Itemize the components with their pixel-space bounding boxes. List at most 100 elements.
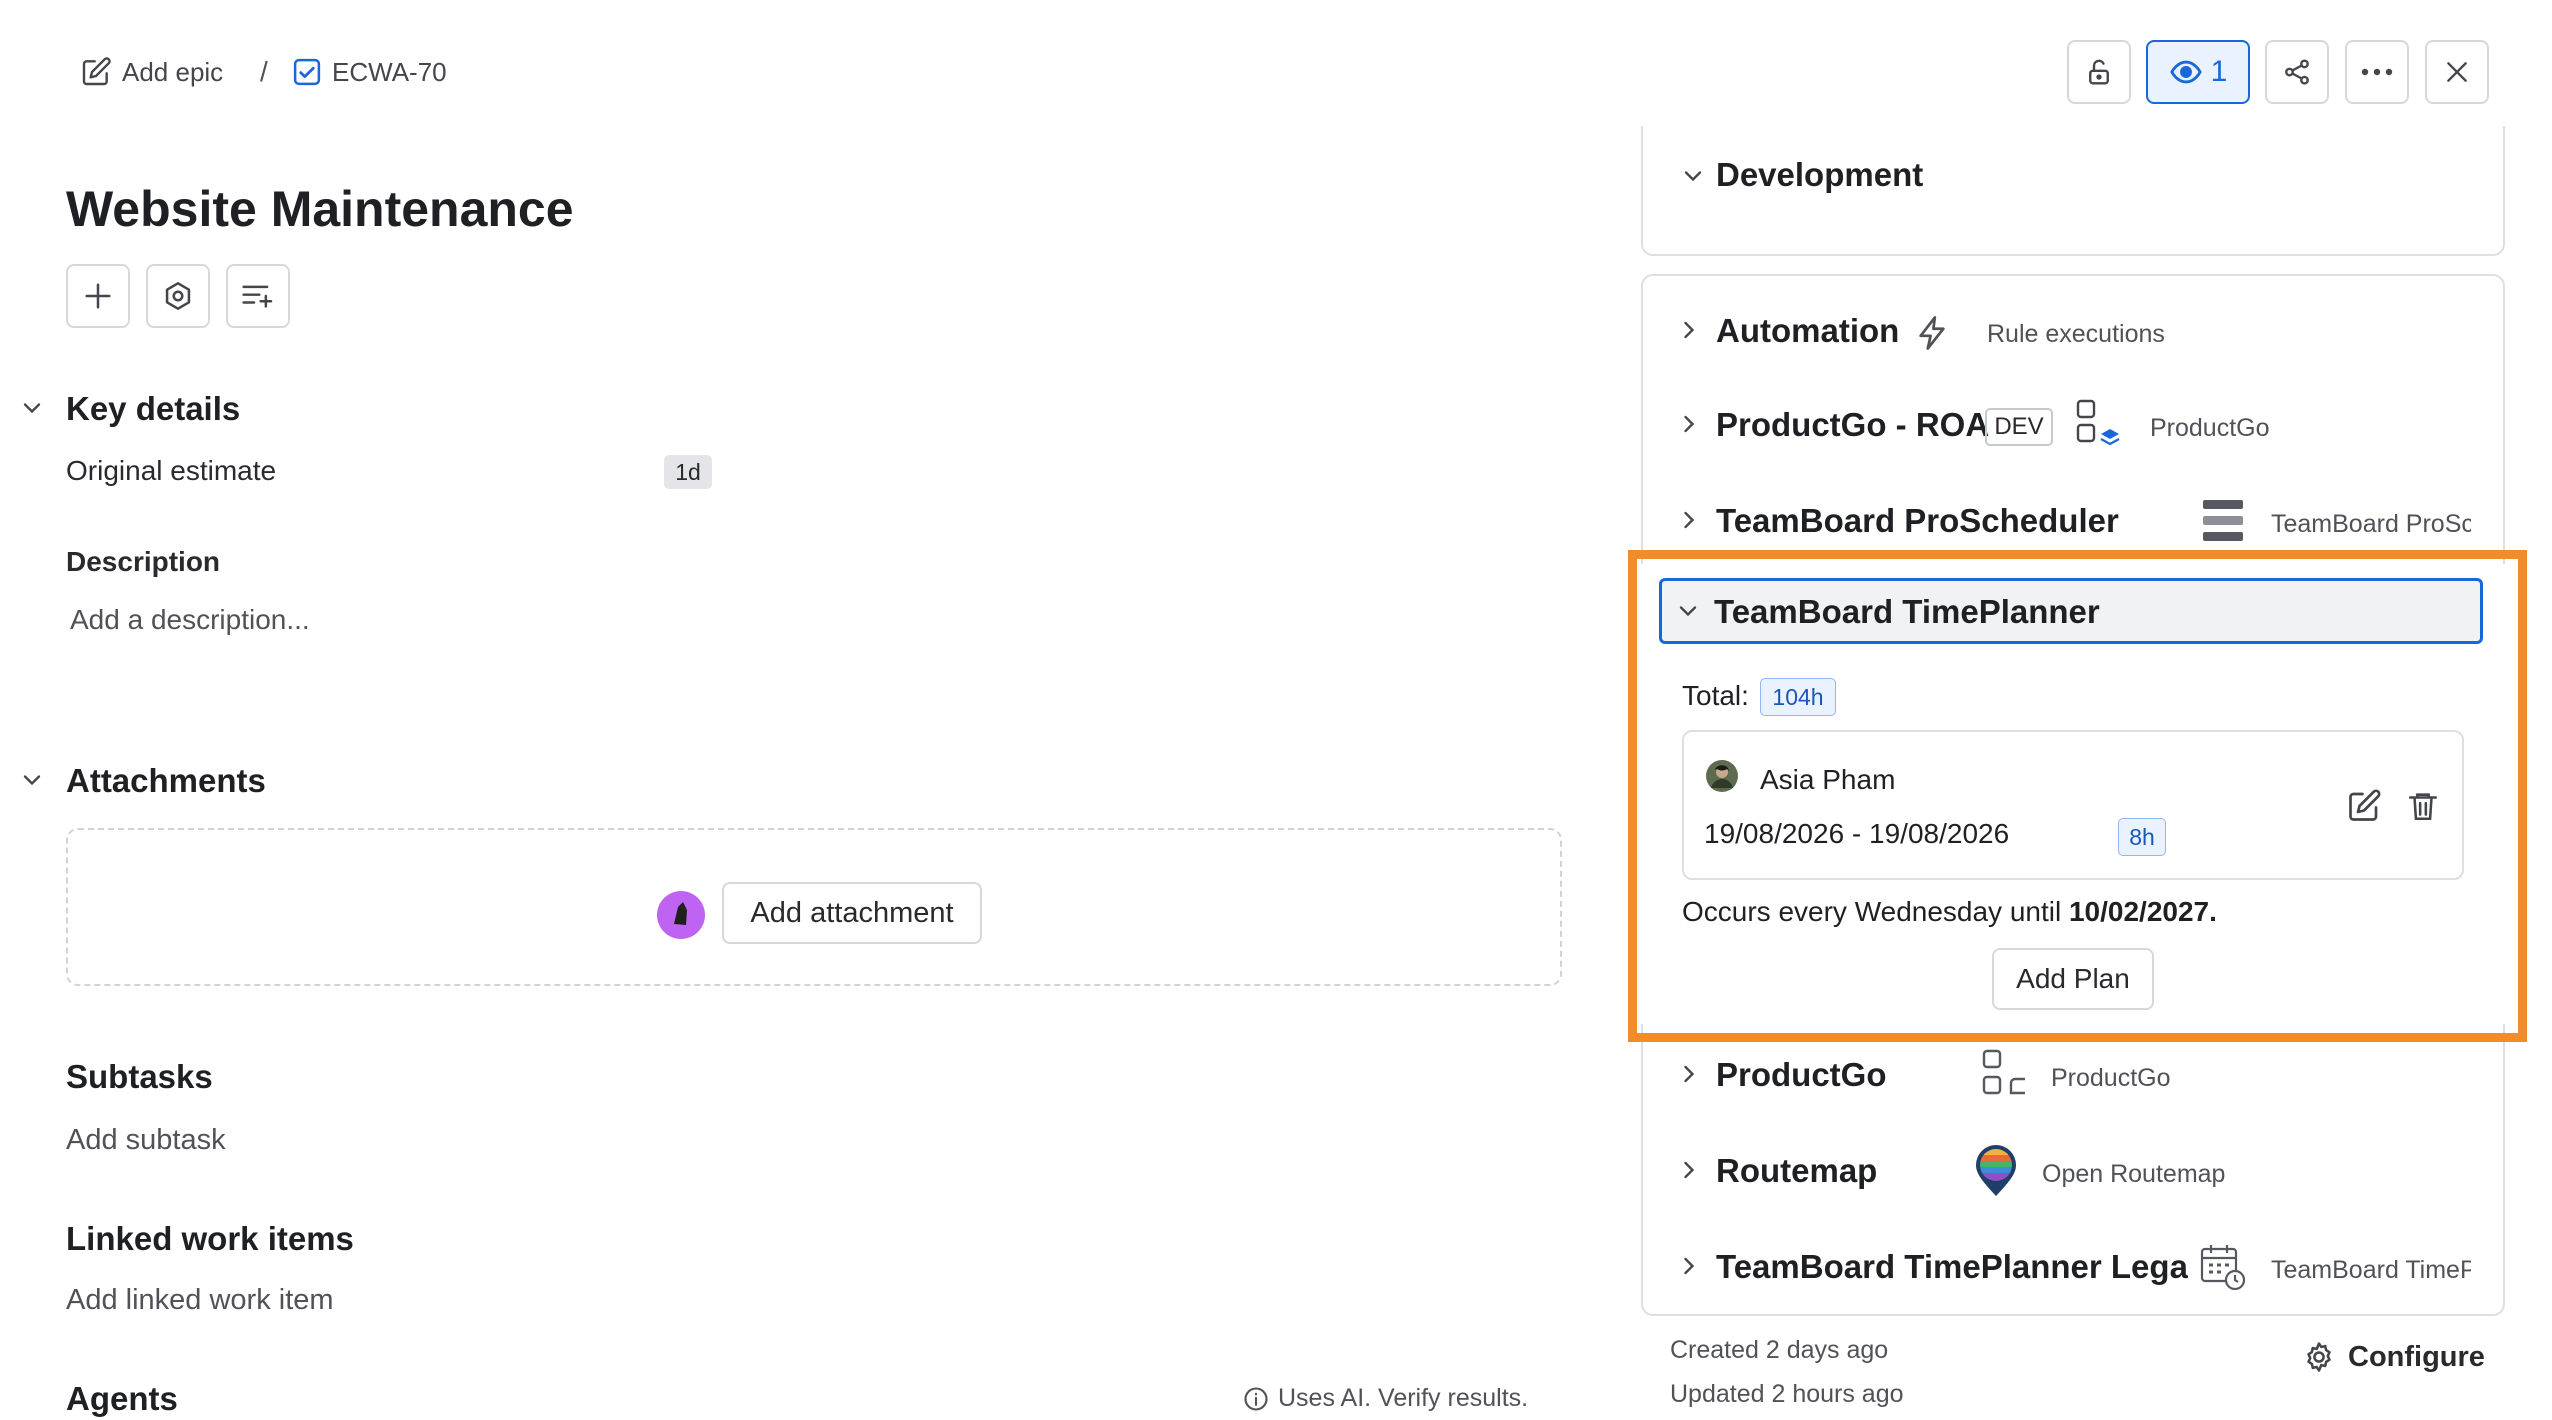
- key-details-chevron-icon[interactable]: [18, 394, 46, 422]
- chevron-right-icon: [1675, 506, 1703, 534]
- breadcrumb: Add epic / ECWA-70: [80, 52, 480, 92]
- description-field[interactable]: Add a description...: [70, 604, 310, 636]
- issue-key-link[interactable]: ECWA-70: [292, 52, 447, 92]
- chevron-right-icon: [1675, 1252, 1703, 1280]
- app-row-productgo-roa[interactable]: ProductGo - ROA DEV ProductGo: [1643, 394, 2503, 458]
- original-estimate-label: Original estimate: [66, 455, 277, 486]
- subtasks-heading: Subtasks: [66, 1058, 213, 1095]
- avatar: [1706, 760, 1738, 792]
- issue-key: ECWA-70: [332, 56, 447, 87]
- lightning-icon: [1915, 314, 1949, 352]
- routemap-logo-icon: [1973, 1144, 2019, 1198]
- info-icon: [1242, 1385, 1270, 1413]
- close-icon: [2444, 59, 2470, 85]
- ai-note-text: Uses AI. Verify results.: [1278, 1384, 1529, 1412]
- development-chevron-icon[interactable]: [1679, 162, 1707, 190]
- ai-note: Uses AI. Verify results.: [1242, 1384, 1528, 1413]
- unlock-icon: [2084, 57, 2114, 87]
- app-subtitle: TeamBoard ProSch: [2271, 510, 2471, 538]
- share-icon: [2282, 57, 2312, 87]
- agents-heading: Agents: [66, 1380, 178, 1417]
- attachments-heading[interactable]: Attachments: [66, 762, 266, 800]
- app-row-proscheduler[interactable]: TeamBoard ProScheduler TeamBoard ProSch: [1643, 490, 2503, 554]
- more-actions-button[interactable]: [2345, 40, 2409, 104]
- plan-date-range: 19/08/2026 - 19/08/2026: [1704, 818, 2010, 849]
- productgo-logo-icon: [1981, 1048, 2029, 1100]
- app-subtitle: Open Routemap: [2042, 1160, 2226, 1188]
- add-fields-button[interactable]: [226, 264, 290, 328]
- chevron-right-icon: [1675, 410, 1703, 438]
- add-subtask-link[interactable]: Add subtask: [66, 1124, 226, 1157]
- linked-items-heading: Linked work items: [66, 1220, 354, 1257]
- delete-plan-icon[interactable]: [2406, 788, 2440, 824]
- attachment-upload-icon: [656, 890, 706, 940]
- breadcrumb-separator: /: [260, 56, 268, 87]
- plan-hours-badge: 8h: [2118, 818, 2166, 856]
- chevron-right-icon: [1675, 1060, 1703, 1088]
- app-subtitle: TeamBoard TimeP: [2271, 1256, 2471, 1284]
- timeplanner-header[interactable]: TeamBoard TimePlanner: [1659, 578, 2483, 644]
- productgo-logo-icon: [2075, 398, 2123, 448]
- timeplanner-chevron-icon: [1674, 597, 1702, 625]
- page-title[interactable]: Website Maintenance: [66, 180, 574, 238]
- chevron-right-icon: [1675, 316, 1703, 344]
- add-epic-link[interactable]: Add epic: [80, 52, 223, 92]
- app-row-timeplanner-legacy[interactable]: TeamBoard TimePlanner Legac TeamBoard Ti…: [1643, 1236, 2503, 1300]
- attachments-chevron-icon[interactable]: [18, 766, 46, 794]
- dev-badge: DEV: [1985, 408, 2053, 446]
- eye-icon: [2169, 55, 2203, 89]
- timeplanner-title: TeamBoard TimePlanner: [1714, 593, 2100, 630]
- app-title: ProductGo: [1716, 1056, 1887, 1093]
- more-horizontal-icon: [2360, 67, 2394, 77]
- add-attachment-button[interactable]: Add attachment: [722, 882, 982, 944]
- development-panel: Development: [1641, 126, 2505, 256]
- app-subtitle: Rule executions: [1987, 320, 2165, 348]
- add-linked-item-link[interactable]: Add linked work item: [66, 1284, 334, 1317]
- add-plan-button[interactable]: Add Plan: [1992, 948, 2154, 1010]
- share-button[interactable]: [2265, 40, 2329, 104]
- add-epic-label: Add epic: [122, 56, 224, 87]
- calendar-clock-icon: [2199, 1242, 2247, 1292]
- apps-button[interactable]: [146, 264, 210, 328]
- plus-icon: [83, 281, 113, 311]
- watch-button[interactable]: 1: [2146, 40, 2250, 104]
- development-title[interactable]: Development: [1716, 156, 1923, 194]
- hexagon-settings-icon: [162, 280, 194, 312]
- proscheduler-logo-icon: [2201, 498, 2245, 544]
- task-checkbox-icon: [292, 57, 322, 87]
- total-label: Total:: [1682, 680, 1749, 711]
- app-subtitle: ProductGo: [2150, 414, 2270, 442]
- description-heading: Description: [66, 546, 221, 577]
- watch-count: 1: [2210, 55, 2228, 88]
- app-title: ProductGo - ROA: [1716, 406, 1990, 443]
- add-attachment-label: Add attachment: [750, 896, 954, 929]
- original-estimate-value[interactable]: 1d: [664, 455, 712, 489]
- app-title: Automation: [1716, 312, 1900, 349]
- app-title: TeamBoard ProScheduler: [1716, 502, 2119, 539]
- gear-icon: [2302, 1340, 2336, 1374]
- attachment-dropzone[interactable]: Add attachment: [66, 828, 1562, 986]
- app-title: Routemap: [1716, 1152, 1878, 1189]
- close-button[interactable]: [2425, 40, 2489, 104]
- plan-user-name: Asia Pham: [1760, 764, 1896, 795]
- app-subtitle: ProductGo: [2051, 1064, 2171, 1092]
- app-row-routemap[interactable]: Routemap Open Routemap: [1643, 1140, 2503, 1204]
- updated-text: Updated 2 hours ago: [1670, 1380, 1904, 1408]
- chevron-right-icon: [1675, 1156, 1703, 1184]
- restrict-access-button[interactable]: [2067, 40, 2131, 104]
- recurrence-date: 10/02/2027.: [2068, 896, 2217, 927]
- list-sparkle-icon: [241, 281, 275, 311]
- add-plan-label: Add Plan: [2016, 963, 2130, 994]
- plan-card: Asia Pham 19/08/2026 - 19/08/2026 8h: [1682, 730, 2464, 880]
- edit-plan-icon[interactable]: [2346, 788, 2382, 824]
- configure-button[interactable]: Configure: [2302, 1340, 2485, 1374]
- app-row-productgo[interactable]: ProductGo ProductGo: [1643, 1044, 2503, 1108]
- timeplanner-section: TeamBoard TimePlanner Total: 104h Asia P…: [1641, 564, 2505, 1024]
- edit-icon: [80, 56, 112, 88]
- recurrence-text: Occurs every Wednesday until 10/02/2027.: [1682, 896, 2217, 928]
- created-text: Created 2 days ago: [1670, 1336, 1889, 1364]
- add-child-button[interactable]: [66, 264, 130, 328]
- configure-label: Configure: [2348, 1340, 2485, 1373]
- app-row-automation[interactable]: Automation Rule executions: [1643, 300, 2503, 364]
- key-details-heading[interactable]: Key details: [66, 390, 240, 428]
